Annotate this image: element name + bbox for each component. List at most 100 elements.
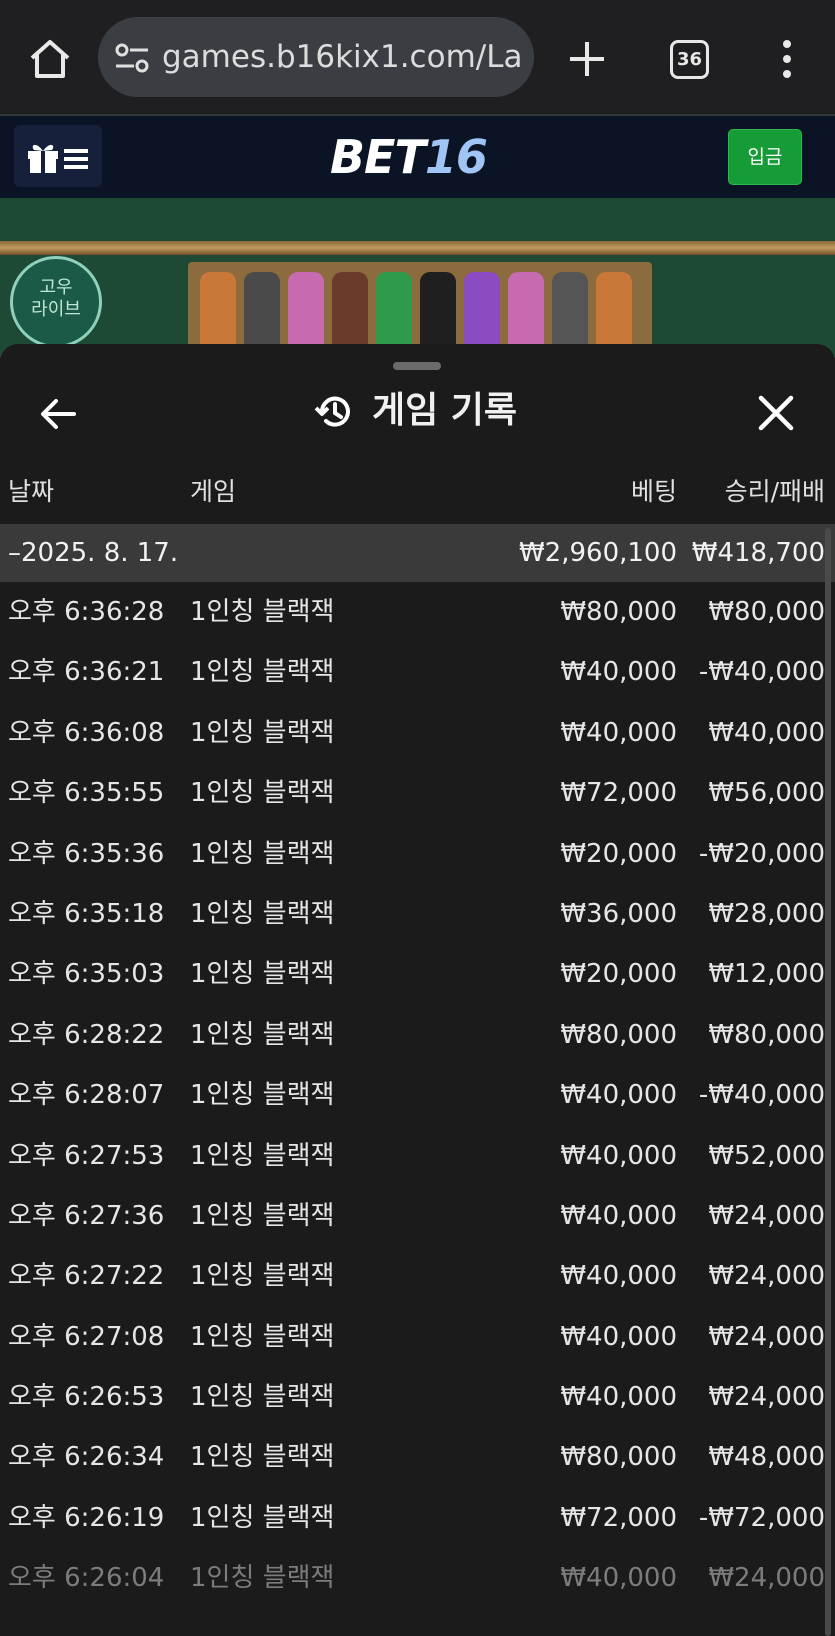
- row-game: 1인칭 블랙잭: [190, 1442, 335, 1473]
- row-bet: ₩72,000: [560, 1502, 677, 1533]
- history-icon: [314, 396, 350, 427]
- tab-switcher-icon[interactable]: 36: [670, 40, 709, 79]
- row-game: 1인칭 블랙잭: [190, 717, 335, 748]
- table-row[interactable]: 오후 6:27:36 1인칭 블랙잭 ₩40,000 ₩24,000: [0, 1186, 835, 1246]
- row-time: 오후 6:27:08: [8, 1321, 165, 1352]
- table-row[interactable]: 오후 6:35:18 1인칭 블랙잭 ₩36,000 ₩28,000: [0, 884, 835, 944]
- row-time: 오후 6:26:19: [8, 1502, 165, 1533]
- column-header-win-loss[interactable]: 승리/패배: [725, 476, 825, 508]
- menu-icon: [64, 149, 88, 169]
- table-row[interactable]: 오후 6:26:04 1인칭 블랙잭 ₩40,000 ₩24,000: [0, 1548, 835, 1608]
- row-game: 1인칭 블랙잭: [190, 898, 335, 929]
- column-header-game[interactable]: 게임: [190, 476, 236, 508]
- row-result: ₩56,000: [708, 778, 825, 809]
- row-time: 오후 6:26:34: [8, 1442, 165, 1473]
- scrollbar[interactable]: [825, 528, 831, 1636]
- browser-toolbar: games.b16kix1.com/Laur 36: [0, 0, 835, 116]
- column-header-bet[interactable]: 베팅: [631, 476, 677, 508]
- row-game: 1인칭 블랙잭: [190, 838, 335, 869]
- row-result: ₩80,000: [708, 597, 825, 627]
- row-result: ₩24,000: [708, 1563, 825, 1594]
- row-bet: ₩40,000: [560, 717, 677, 748]
- row-result: ₩24,000: [708, 1200, 825, 1231]
- history-rows: 오후 6:36:28 1인칭 블랙잭 ₩80,000 ₩80,000 오후 6:36:2…: [0, 582, 835, 1609]
- more-vert-icon[interactable]: [777, 38, 797, 80]
- row-result: ₩48,000: [708, 1442, 825, 1473]
- table-row[interactable]: 오후 6:27:53 1인칭 블랙잭 ₩40,000 ₩52,000: [0, 1126, 835, 1186]
- history-table: 날짜 게임 베팅 승리/패배 –2025. 8. 17. ₩2,960,100 …: [0, 462, 835, 1609]
- site-logo[interactable]: BET16: [330, 130, 510, 184]
- game-table-view: [0, 198, 835, 358]
- row-time: 오후 6:35:03: [8, 959, 165, 990]
- row-bet: ₩80,000: [560, 597, 677, 627]
- sheet-title: 게임 기록: [372, 390, 518, 431]
- row-bet: ₩40,000: [560, 1321, 677, 1352]
- table-row[interactable]: 오후 6:36:28 1인칭 블랙잭 ₩80,000 ₩80,000: [0, 582, 835, 642]
- menu-button[interactable]: [14, 125, 102, 187]
- gift-icon: [28, 144, 58, 173]
- row-game: 1인칭 블랙잭: [190, 1502, 335, 1533]
- row-time: 오후 6:35:18: [8, 898, 165, 929]
- row-bet: ₩80,000: [560, 1019, 677, 1050]
- row-result: -₩72,000: [698, 1502, 825, 1533]
- live-badge-line1: 고우: [39, 277, 73, 298]
- row-result: ₩28,000: [708, 898, 825, 929]
- row-bet: ₩40,000: [560, 1563, 677, 1594]
- table-row[interactable]: 오후 6:35:55 1인칭 블랙잭 ₩72,000 ₩56,000: [0, 763, 835, 823]
- row-game: 1인칭 블랙잭: [190, 1140, 335, 1171]
- row-result: ₩52,000: [708, 1140, 825, 1171]
- live-badge[interactable]: 고우 라이브: [10, 256, 102, 348]
- table-row[interactable]: 오후 6:26:34 1인칭 블랙잭 ₩80,000 ₩48,000: [0, 1427, 835, 1487]
- row-time: 오후 6:28:07: [8, 1080, 165, 1111]
- deposit-button[interactable]: 입금: [728, 129, 802, 185]
- site-header: BET16 입금: [0, 116, 835, 198]
- date-group-win-total: ₩418,700: [691, 538, 825, 568]
- row-result: ₩40,000: [708, 717, 825, 748]
- live-badge-line2: 라이브: [31, 299, 81, 320]
- row-bet: ₩20,000: [560, 838, 677, 869]
- close-icon[interactable]: [757, 394, 795, 432]
- table-row[interactable]: 오후 6:28:07 1인칭 블랙잭 ₩40,000 -₩40,000: [0, 1065, 835, 1125]
- row-bet: ₩40,000: [560, 1080, 677, 1111]
- table-row[interactable]: 오후 6:35:36 1인칭 블랙잭 ₩20,000 -₩20,000: [0, 824, 835, 884]
- row-game: 1인칭 블랙잭: [190, 1382, 335, 1413]
- table-row[interactable]: 오후 6:26:19 1인칭 블랙잭 ₩72,000 -₩72,000: [0, 1488, 835, 1548]
- row-time: 오후 6:35:55: [8, 778, 165, 809]
- row-time: 오후 6:36:08: [8, 717, 165, 748]
- address-bar[interactable]: games.b16kix1.com/Laur: [98, 17, 534, 97]
- drag-handle[interactable]: [393, 362, 441, 370]
- row-result: -₩40,000: [698, 1080, 825, 1111]
- row-game: 1인칭 블랙잭: [190, 959, 335, 990]
- row-game: 1인칭 블랙잭: [190, 1261, 335, 1292]
- new-tab-plus-icon[interactable]: [566, 38, 608, 80]
- table-row[interactable]: 오후 6:27:22 1인칭 블랙잭 ₩40,000 ₩24,000: [0, 1246, 835, 1306]
- url-text[interactable]: games.b16kix1.com/Laur: [162, 37, 522, 77]
- row-game: 1인칭 블랙잭: [190, 1080, 335, 1111]
- home-icon[interactable]: [28, 37, 72, 81]
- table-row[interactable]: 오후 6:27:08 1인칭 블랙잭 ₩40,000 ₩24,000: [0, 1307, 835, 1367]
- date-group-row[interactable]: –2025. 8. 17. ₩2,960,100 ₩418,700: [0, 524, 835, 582]
- row-result: ₩12,000: [708, 959, 825, 990]
- row-bet: ₩40,000: [560, 1200, 677, 1231]
- table-row[interactable]: 오후 6:36:08 1인칭 블랙잭 ₩40,000 ₩40,000: [0, 703, 835, 763]
- row-game: 1인칭 블랙잭: [190, 778, 335, 809]
- site-info-icon[interactable]: [114, 43, 150, 73]
- row-game: 1인칭 블랙잭: [190, 1200, 335, 1231]
- row-bet: ₩40,000: [560, 1140, 677, 1171]
- row-game: 1인칭 블랙잭: [190, 1019, 335, 1050]
- row-game: 1인칭 블랙잭: [190, 657, 335, 688]
- row-time: 오후 6:27:36: [8, 1200, 165, 1231]
- row-bet: ₩40,000: [560, 657, 677, 688]
- table-header: 날짜 게임 베팅 승리/패배: [0, 462, 835, 524]
- row-time: 오후 6:36:28: [8, 597, 165, 627]
- table-row[interactable]: 오후 6:26:53 1인칭 블랙잭 ₩40,000 ₩24,000: [0, 1367, 835, 1427]
- table-row[interactable]: 오후 6:28:22 1인칭 블랙잭 ₩80,000 ₩80,000: [0, 1005, 835, 1065]
- column-header-date[interactable]: 날짜: [8, 476, 54, 508]
- table-row[interactable]: 오후 6:36:21 1인칭 블랙잭 ₩40,000 -₩40,000: [0, 642, 835, 702]
- table-row[interactable]: 오후 6:35:03 1인칭 블랙잭 ₩20,000 ₩12,000: [0, 944, 835, 1004]
- row-time: 오후 6:36:21: [8, 657, 165, 688]
- row-game: 1인칭 블랙잭: [190, 1563, 335, 1594]
- date-group-bet-total: ₩2,960,100: [518, 538, 677, 568]
- row-result: ₩24,000: [708, 1321, 825, 1352]
- back-arrow-icon[interactable]: [38, 394, 78, 434]
